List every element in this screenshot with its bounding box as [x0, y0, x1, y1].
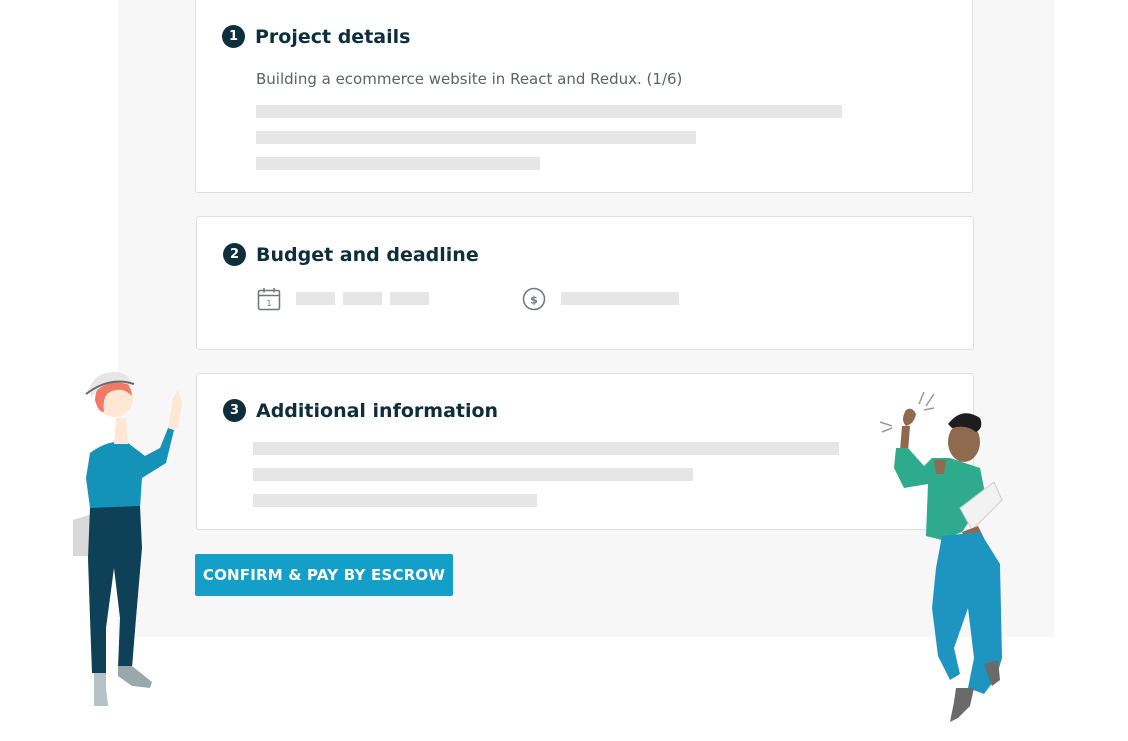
placeholder-line — [253, 442, 839, 455]
project-description: Building a ecommerce website in React an… — [256, 70, 683, 88]
svg-text:1: 1 — [266, 299, 271, 308]
placeholder-line — [253, 494, 537, 507]
step-header-additional-information: 3 Additional information — [223, 399, 498, 422]
step-header-project-details: 1 Project details — [222, 25, 410, 48]
placeholder-line — [253, 468, 693, 481]
dollar-circle-icon: $ — [522, 287, 546, 311]
date-placeholder — [390, 292, 429, 305]
confirm-pay-escrow-button[interactable]: CONFIRM & PAY BY ESCROW — [195, 554, 453, 596]
step-title: Budget and deadline — [256, 243, 479, 266]
woman-illustration — [73, 371, 182, 706]
step-number-badge: 3 — [223, 399, 246, 422]
step-title: Additional information — [256, 399, 499, 422]
project-details-card: 1 Project details Building a ecommerce w… — [195, 0, 973, 193]
additional-information-card: 3 Additional information — [196, 373, 974, 530]
budget-deadline-card: 2 Budget and deadline 1 $ — [196, 216, 974, 350]
man-illustration — [879, 391, 1003, 722]
placeholder-line — [256, 131, 696, 144]
svg-text:$: $ — [530, 294, 538, 307]
step-header-budget-deadline: 2 Budget and deadline — [223, 243, 479, 266]
step-title: Project details — [255, 25, 411, 48]
date-placeholder — [343, 292, 382, 305]
placeholder-line — [256, 157, 540, 170]
placeholder-line — [256, 105, 842, 118]
step-number-badge: 1 — [222, 25, 245, 48]
calendar-icon: 1 — [257, 288, 281, 311]
budget-placeholder — [561, 292, 679, 305]
date-placeholder — [296, 292, 335, 305]
step-number-badge: 2 — [223, 243, 246, 266]
